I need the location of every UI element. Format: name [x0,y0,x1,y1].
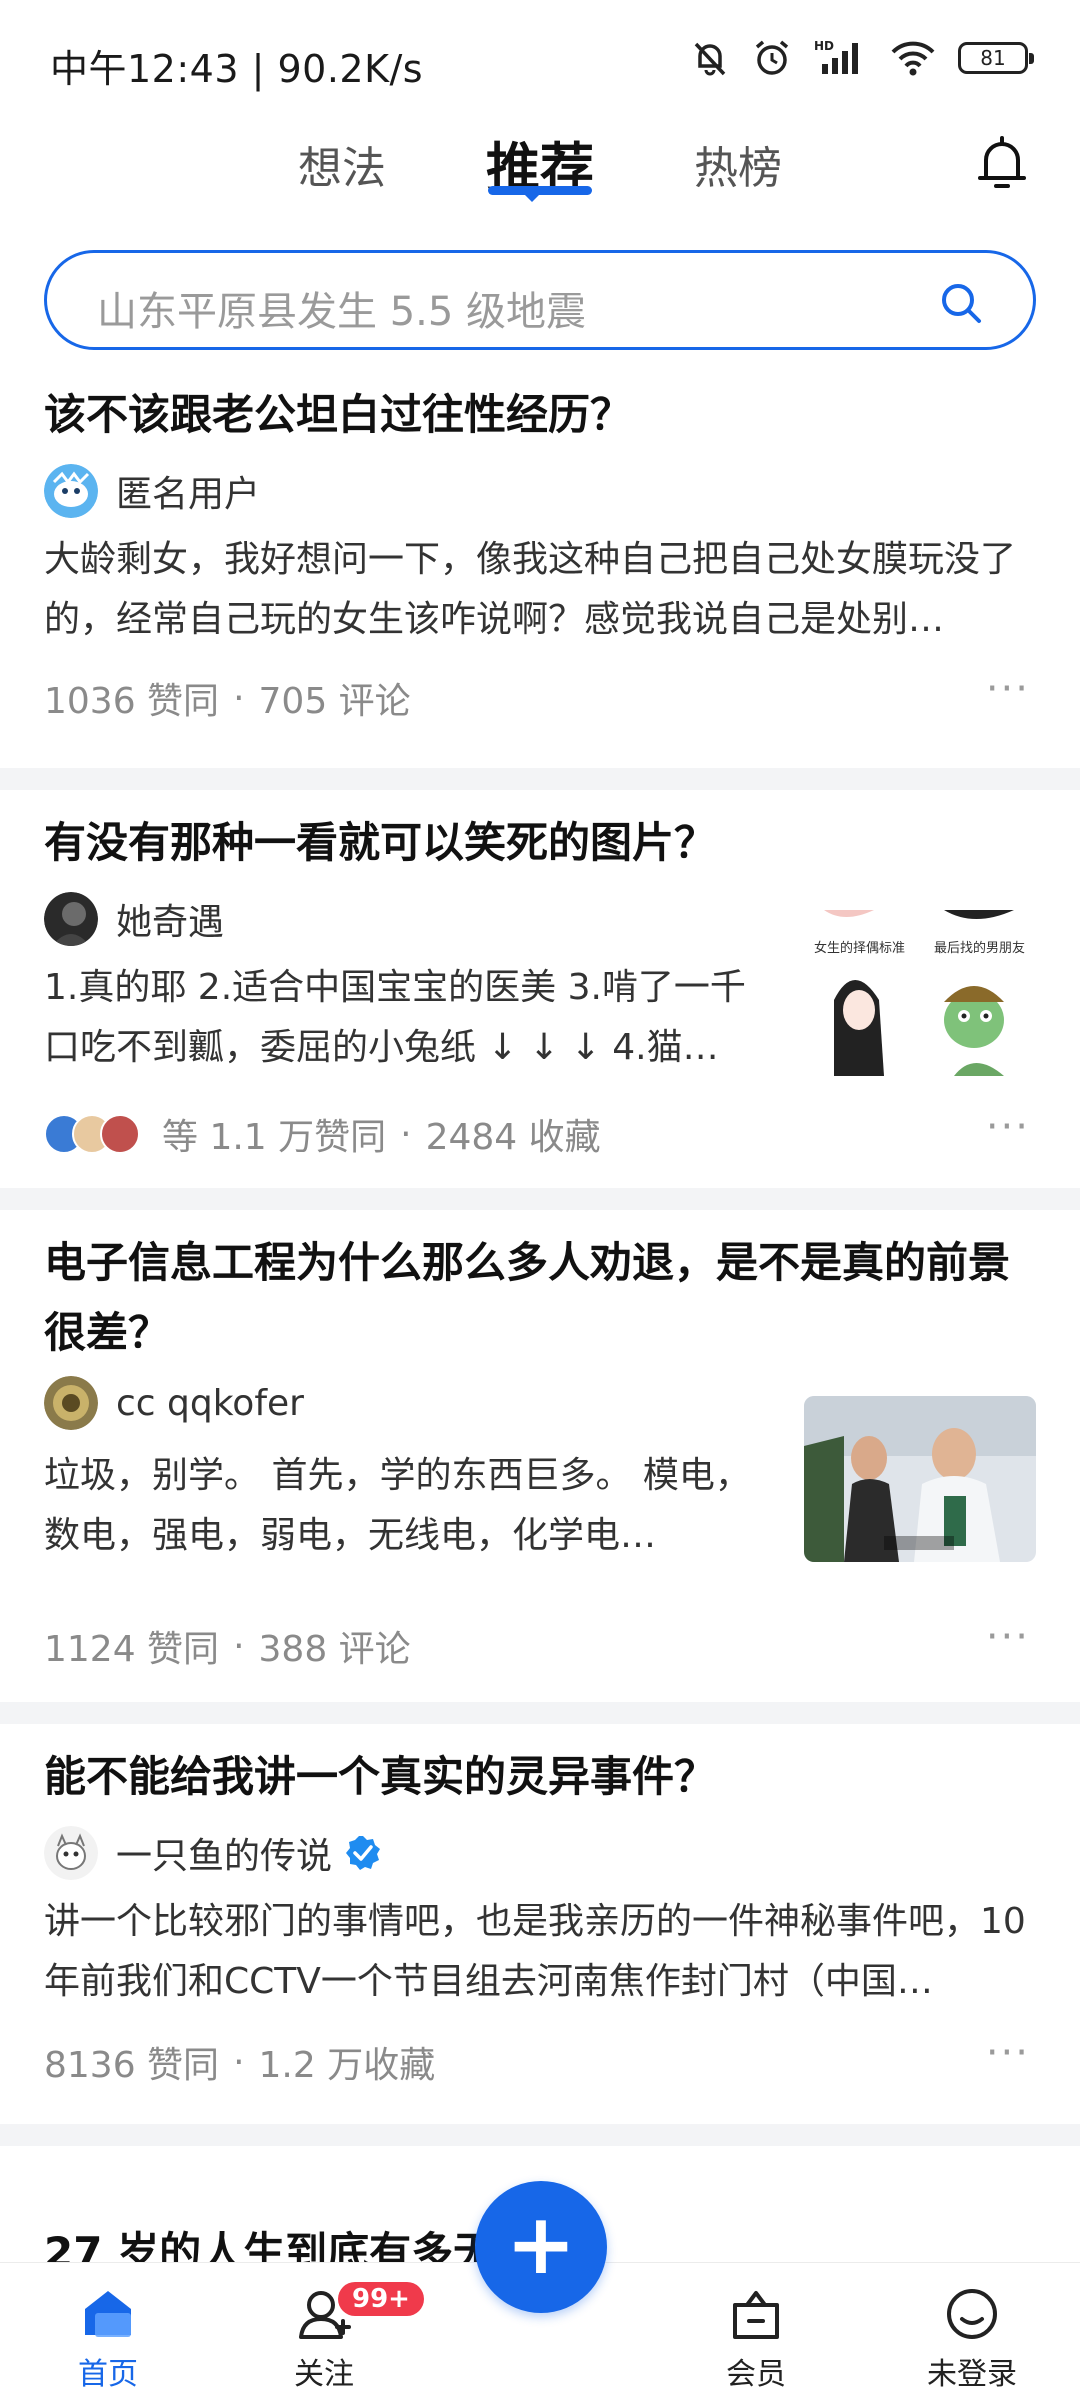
status-bar: 中午12:43 | 90.2K/s HD 81 [0,0,1080,120]
search-icon[interactable] [939,281,983,325]
favorite-count: 1.2 万收藏 [258,2045,436,2086]
author-row[interactable]: 一只鱼的传说 [44,1824,382,1882]
top-nav: 想法 推荐 热榜 [0,120,1080,210]
feed-card[interactable]: 该不该跟老公坦白过往性经历？ 匿名用户 大龄剩女，我好想问一下，像我这种自己把自… [0,372,1080,768]
status-time-speed: 中午12:43 | 90.2K/s [50,47,424,91]
follow-notification-badge: 99+ [338,2282,424,2316]
author-name: 她奇遇 [116,902,225,943]
answer-excerpt[interactable]: 1.真的耶 2.适合中国宝宝的医美 3.啃了一千口吃不到瓤，委屈的小兔纸 ↓ ↓… [44,958,774,1078]
anonymous-avatar [44,464,98,518]
answer-excerpt[interactable]: 大龄剩女，我好想问一下，像我这种自己把自己处女膜玩没了的，经常自己玩的女生该咋说… [44,530,1036,650]
answer-excerpt[interactable]: 讲一个比较邪门的事情吧，也是我亲历的一件神秘事件吧，10年前我们和CCTV一个节… [44,1892,1036,2012]
nav-follow-label: 关注 [294,2357,354,2392]
profile-face-icon [947,2289,997,2339]
active-tab-indicator [488,186,592,202]
answer-stats: 等 1.1 万赞同 · 2484 收藏 [44,1108,601,1160]
nav-home-label: 首页 [78,2357,138,2392]
answer-stats: 1124 赞同 · 388 评论 [44,1620,411,1672]
card-divider [0,768,1080,790]
question-title[interactable]: 能不能给我讲一个真实的灵异事件？ [44,1742,1034,1812]
dot-separator: · [233,677,245,719]
nav-profile[interactable]: 未登录 [902,2283,1042,2393]
tv-scene-image [804,1396,1036,1562]
status-icons: HD 81 [690,38,1034,78]
notification-bell-icon[interactable] [974,134,1030,194]
upvoter-avatar [100,1114,140,1154]
answer-stats: 8136 赞同 · 1.2 万收藏 [44,2036,435,2088]
meme-comic-image: 女生的择偶标准 最后找的男朋友 [804,910,1036,1076]
card-divider [0,1188,1080,1210]
plus-icon: + [505,2195,577,2293]
nav-profile-label: 未登录 [927,2357,1017,2392]
question-title[interactable]: 有没有那种一看就可以笑死的图片？ [44,808,1034,878]
author-avatar [44,1376,98,1430]
dot-separator: · [233,2041,245,2083]
favorite-count: 2484 收藏 [425,1117,601,1158]
author-row[interactable]: 她奇遇 [44,890,224,948]
author-avatar [44,1826,98,1880]
author-row[interactable]: cc qqkofer [44,1374,304,1432]
mute-bell-icon [694,42,726,76]
svg-text:HD: HD [814,39,834,53]
upvote-count: 1036 赞同 [44,681,220,722]
feed-card[interactable]: 电子信息工程为什么那么多人劝退，是不是真的前景很差？ cc qqkofer 垃圾… [0,1210,1080,1702]
upvote-count: 等 1.1 万赞同 [162,1117,387,1158]
nav-vip-label: 会员 [726,2357,786,2392]
question-title[interactable]: 电子信息工程为什么那么多人劝退，是不是真的前景很差？ [44,1228,1034,1368]
nav-vip[interactable]: 会员 [686,2283,826,2393]
vip-bag-icon [733,2291,779,2339]
dot-separator: · [233,1625,245,1667]
upvoter-avatars [44,1114,140,1154]
wifi-icon [891,41,935,76]
alarm-icon [755,40,789,75]
comment-count: 388 评论 [258,1629,411,1670]
question-title[interactable]: 该不该跟老公坦白过往性经历？ [44,380,1034,450]
upvote-count: 8136 赞同 [44,2045,220,2086]
more-options-icon[interactable]: ··· [986,1614,1030,1660]
author-name: 一只鱼的传说 [116,1836,333,1877]
feed-list: 该不该跟老公坦白过往性经历？ 匿名用户 大龄剩女，我好想问一下，像我这种自己把自… [0,372,1080,2146]
search-placeholder: 山东平原县发生 5.5 级地震 [97,289,587,335]
more-options-icon[interactable]: ··· [986,1104,1030,1150]
feed-card[interactable]: 有没有那种一看就可以笑死的图片？ 她奇遇 1.真的耶 2.适合中国宝宝的医美 3… [0,790,1080,1188]
create-post-button[interactable]: + [475,2181,607,2313]
feed-card[interactable]: 能不能给我讲一个真实的灵异事件？ 一只鱼的传说 讲一个比较邪门的事情吧，也是我亲… [0,1724,1080,2124]
answer-thumbnail[interactable]: 女生的择偶标准 最后找的男朋友 [804,910,1036,1076]
answer-thumbnail[interactable] [804,1396,1036,1562]
answer-excerpt[interactable]: 垃圾，别学。 首先，学的东西巨多。 模电，数电，强电，弱电，无线电，化学电… [44,1446,774,1566]
card-divider [0,1702,1080,1724]
author-name: 匿名用户 [116,474,261,515]
author-name: cc qqkofer [116,1382,304,1424]
tab-ideas[interactable]: 想法 [298,132,386,196]
comment-count: 705 评论 [258,681,411,722]
hd-signal-icon: HD [814,39,858,74]
author-avatar [44,892,98,946]
more-options-icon[interactable]: ··· [986,2030,1030,2076]
thumb-caption-left: 女生的择偶标准 [814,940,905,956]
nav-home[interactable]: 首页 [38,2283,178,2393]
card-divider [0,2124,1080,2146]
answer-stats: 1036 赞同 · 705 评论 [44,672,411,724]
home-icon [85,2291,131,2337]
battery-icon: 81 [958,42,1034,74]
tab-hot-list[interactable]: 热榜 [694,132,782,196]
thumb-caption-right: 最后找的男朋友 [934,940,1025,956]
more-options-icon[interactable]: ··· [986,666,1030,712]
upvote-count: 1124 赞同 [44,1629,220,1670]
author-row[interactable]: 匿名用户 [44,462,260,520]
dot-separator: · [400,1113,412,1155]
search-bar[interactable]: 山东平原县发生 5.5 级地震 [44,250,1036,350]
verified-badge-icon [346,1836,381,1870]
